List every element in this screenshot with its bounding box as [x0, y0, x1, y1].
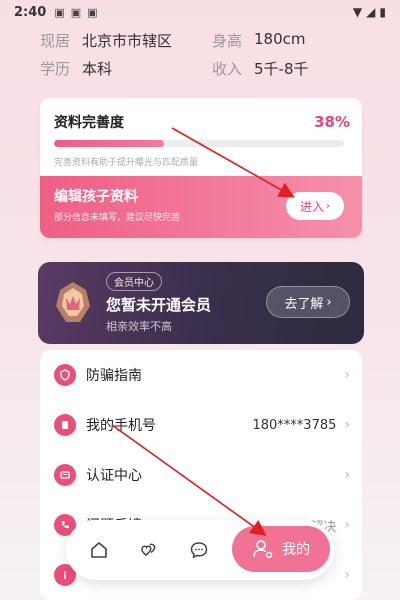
chevron-right-icon: › [326, 200, 330, 212]
nav-home[interactable] [74, 525, 124, 575]
vip-title: 您暂未开通会员 [106, 296, 212, 314]
briefcase-icon: ▣ [87, 5, 98, 19]
menu-item-label: 防骗指南 [86, 368, 142, 384]
status-time: 2:40 [14, 4, 47, 20]
crown-badge-icon [56, 282, 90, 322]
nav-messages[interactable] [174, 525, 224, 575]
education-value: 本科 [82, 59, 113, 78]
chevron-right-icon: › [326, 294, 332, 310]
status-bar: 2:40 ▣ ▣ ▣ ▼ ◢ ▮ [0, 0, 400, 24]
shield-icon [54, 364, 76, 386]
signal-icon: ◢ [366, 5, 376, 19]
home-icon [91, 542, 107, 558]
chevron-right-icon: › [344, 367, 350, 383]
phone-number: 180****3785 [252, 417, 337, 433]
completeness-progress-fill [54, 140, 165, 147]
chevron-right-icon: › [344, 417, 350, 433]
nav-match[interactable] [124, 525, 174, 575]
education-label: 学历 [40, 59, 71, 78]
menu-item-label: 我的手机号 [86, 418, 156, 434]
completeness-title: 资料完善度 [54, 115, 124, 131]
residence-label: 现居 [40, 31, 71, 50]
completeness-progress-bar [54, 140, 344, 147]
enter-button-label: 进入 [299, 199, 324, 214]
learn-more-label: 去了解 [284, 296, 324, 312]
menu-item-anti-fraud[interactable]: 防骗指南 › [40, 350, 362, 400]
vip-center-tag: 会员中心 [106, 272, 162, 291]
height-label: 身高 [212, 31, 243, 50]
learn-more-button[interactable]: 去了解 › [266, 286, 350, 318]
income-value: 5千-8千 [254, 59, 309, 78]
edit-child-profile-banner[interactable]: 编辑孩子资料 部分信息未填写，建议尽快完善 进入 › [40, 176, 362, 238]
info-row: 学历 本科 收入 5千-8千 [40, 54, 370, 82]
enter-button[interactable]: 进入 › [286, 192, 344, 220]
hearts-icon [141, 543, 156, 556]
a-icon: ▣ [70, 5, 82, 19]
completeness-percent: 38% [314, 113, 350, 131]
chevron-right-icon: › [344, 517, 350, 533]
chevron-right-icon: › [344, 467, 350, 483]
info-row: 现居 北京市市辖区 身高 180cm [40, 26, 370, 54]
residence-value: 北京市市辖区 [82, 31, 173, 50]
profile-completeness-card: 资料完善度 38% 完善资料有助于提升曝光与匹配质量 编辑孩子资料 部分信息未填… [40, 98, 362, 238]
id-card-icon [54, 464, 76, 486]
menu-item-label: 认证中心 [86, 468, 142, 484]
image-icon: ▣ [54, 5, 65, 19]
user-icon [253, 540, 273, 559]
menu-item-verification[interactable]: 认证中心 › [40, 450, 362, 500]
height-value: 180cm [254, 29, 306, 48]
wifi-icon: ▼ [352, 5, 363, 19]
income-label: 收入 [212, 59, 243, 78]
phone-book-icon [54, 414, 76, 436]
chevron-right-icon: › [344, 567, 350, 583]
completeness-hint: 完善资料有助于提升曝光与匹配质量 [54, 158, 199, 168]
chat-icon [190, 542, 208, 559]
vip-card[interactable]: 会员中心 您暂未开通会员 相亲效率不高 去了解 › [38, 262, 364, 344]
nav-mine[interactable]: 我的 [232, 526, 330, 572]
basic-info: 现居 北京市市辖区 身高 180cm 学历 本科 收入 5千-8千 [40, 26, 370, 90]
bottom-navigation: 我的 [66, 520, 334, 580]
vip-subtitle: 相亲效率不高 [106, 320, 172, 333]
menu-item-phone[interactable]: 我的手机号 180****3785 › [40, 400, 362, 450]
battery-icon: ▮ [379, 5, 386, 19]
nav-mine-label: 我的 [282, 542, 310, 558]
